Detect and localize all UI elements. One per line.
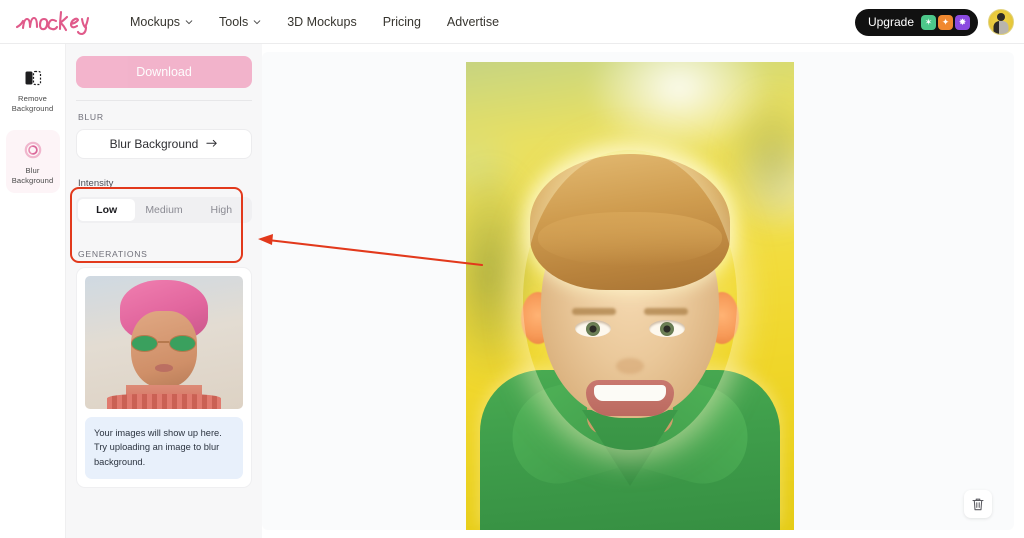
avatar-head: [997, 13, 1005, 21]
sample-sunglass-left: [130, 334, 158, 352]
chevron-down-icon: [253, 18, 261, 26]
top-right-actions: Upgrade ✶ ✦ ✸: [854, 0, 1014, 44]
blur-section-label: BLUR: [78, 112, 104, 122]
nav-item-advertise[interactable]: Advertise: [447, 15, 499, 29]
top-navigation-bar: Mockups Tools 3D Mockups Pricing Adverti…: [0, 0, 1024, 44]
remove-background-icon: [8, 66, 58, 90]
upgrade-chips: ✶ ✦ ✸: [921, 14, 970, 30]
blur-settings-panel: Download BLUR Blur Background Intensity …: [66, 44, 262, 538]
eye-right: [649, 320, 685, 337]
panel-divider: [76, 100, 252, 101]
avatar[interactable]: [988, 9, 1014, 35]
generations-empty-note: Your images will show up here. Try uploa…: [85, 417, 243, 480]
mockey-logo[interactable]: [14, 7, 100, 37]
sidebar-item-label: Remove Background: [11, 94, 54, 114]
nav-item-label: Pricing: [382, 14, 421, 29]
download-button[interactable]: Download: [76, 56, 252, 88]
sample-sunglass-bridge: [157, 341, 169, 343]
chevron-down-icon: [185, 18, 193, 26]
nav-item-label: Mockups: [130, 14, 181, 29]
upgrade-label: Upgrade: [867, 15, 914, 29]
sample-sunglass-right: [168, 334, 196, 352]
blur-background-button-label: Blur Background: [109, 137, 199, 151]
nav-item-tools[interactable]: Tools: [219, 15, 261, 29]
sparkle-orange-icon: ✦: [938, 14, 953, 30]
editor-canvas: [262, 52, 1014, 530]
intensity-segmented-control: Low Medium High: [76, 197, 252, 223]
nav-item-pricing[interactable]: Pricing: [383, 15, 421, 29]
nav-item-label: Tools: [219, 14, 249, 29]
generations-card: Your images will show up here. Try uploa…: [76, 267, 252, 489]
sidebar-item-label: Blur Background: [11, 165, 54, 185]
iris-left: [586, 321, 600, 336]
intensity-control: Intensity Low Medium High: [76, 178, 252, 223]
eyebrow-right: [644, 308, 688, 315]
nav-item-3d-mockups[interactable]: 3D Mockups: [287, 15, 356, 29]
hair-fringe: [538, 212, 722, 266]
nav-item-mockups[interactable]: Mockups: [130, 15, 193, 29]
nose: [616, 358, 644, 374]
eyebrow-left: [572, 308, 616, 315]
intensity-option-low[interactable]: Low: [78, 199, 136, 221]
subject-layer: [466, 62, 794, 530]
avatar-body: [993, 21, 1009, 34]
eye-left: [575, 320, 611, 337]
subject-photo[interactable]: [466, 62, 794, 530]
delete-image-button[interactable]: [964, 490, 992, 518]
nav-item-label: Advertise: [446, 14, 500, 29]
generations-sample-image[interactable]: [85, 276, 243, 409]
blur-background-button[interactable]: Blur Background: [76, 129, 252, 159]
iris-right: [660, 321, 674, 336]
tool-rail: Remove Background Blur Background: [0, 44, 66, 538]
arrow-right-icon: [206, 139, 218, 149]
generations-label: GENERATIONS: [78, 249, 148, 259]
nav-item-label: 3D Mockups: [287, 14, 357, 29]
trash-icon: [971, 497, 985, 512]
sidebar-item-blur-background[interactable]: Blur Background: [5, 129, 60, 193]
main-nav-links: Mockups Tools 3D Mockups Pricing Adverti…: [130, 15, 499, 29]
sample-lips: [154, 363, 174, 372]
intensity-option-medium[interactable]: Medium: [135, 199, 192, 221]
sample-top: [107, 394, 221, 409]
mockey-blur-background-app: Mockups Tools 3D Mockups Pricing Adverti…: [0, 0, 1024, 538]
sidebar-item-remove-background[interactable]: Remove Background: [6, 58, 60, 122]
smiling-mouth: [586, 380, 674, 416]
intensity-option-high[interactable]: High: [193, 199, 250, 221]
upgrade-button[interactable]: Upgrade ✶ ✦ ✸: [854, 8, 978, 36]
teeth: [594, 385, 666, 401]
sparkle-green-icon: ✶: [921, 14, 936, 30]
blur-background-icon: [8, 138, 58, 162]
sparkle-purple-icon: ✸: [955, 14, 970, 30]
intensity-label: Intensity: [78, 178, 114, 189]
